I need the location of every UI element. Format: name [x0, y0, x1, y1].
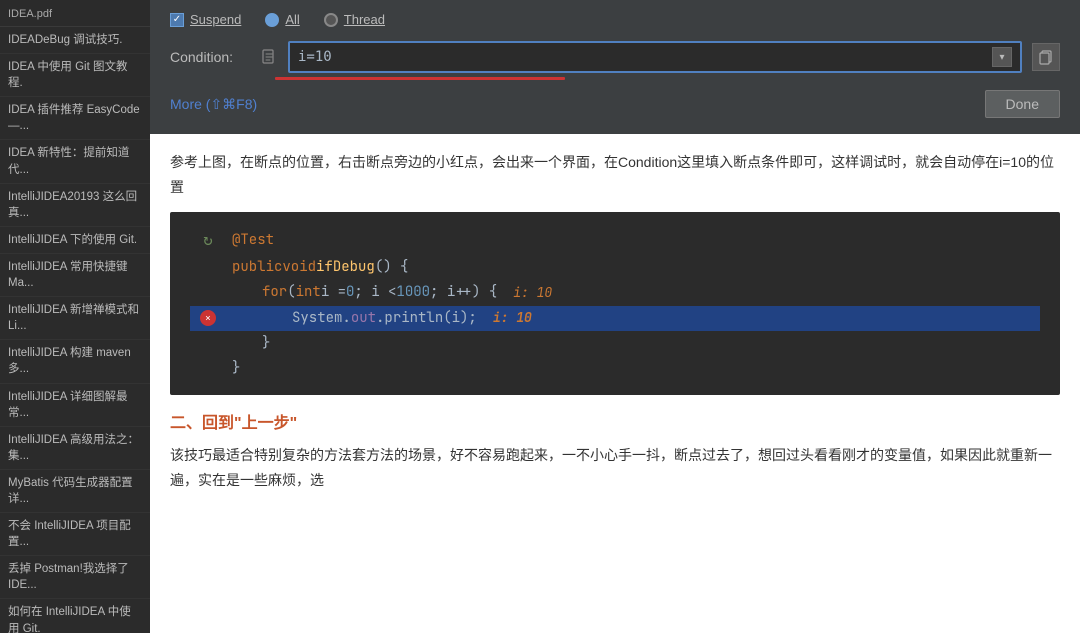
condition-input-wrap[interactable]: ▾: [288, 41, 1022, 73]
condition-dropdown-arrow[interactable]: ▾: [992, 47, 1012, 67]
done-button[interactable]: Done: [985, 90, 1060, 118]
suspend-label: Suspend: [190, 12, 241, 27]
condition-row: Condition: ▾: [170, 41, 1060, 73]
sidebar-item-14[interactable]: 如何在 IntelliJIDEA 中使用 Git.: [0, 599, 150, 633]
sidebar-item-12[interactable]: 不会 IntelliJIDEA 项目配置...: [0, 513, 150, 556]
sidebar-item-1[interactable]: IDEA 中使用 Git 图文教程.: [0, 54, 150, 97]
sidebar: IDEA.pdf IDEADeBug 调试技巧. IDEA 中使用 Git 图文…: [0, 0, 150, 633]
condition-label: Condition:: [170, 49, 250, 65]
all-radio[interactable]: [265, 13, 279, 27]
thread-label: Thread: [344, 12, 385, 27]
all-label: All: [285, 12, 299, 27]
condition-file-icon: [260, 48, 278, 66]
sidebar-item-4[interactable]: IntelliJIDEA20193 这么回真...: [0, 184, 150, 227]
breakpoint-icon: [200, 310, 216, 326]
code-line-close2: }: [190, 356, 1040, 381]
code-block-inner: ↻ @Test public void ifDebug () { for ( i…: [170, 212, 1060, 395]
code-line-println: System. out .println(i); i: 10: [190, 306, 1040, 331]
debug-arrow-icon: ↻: [203, 226, 213, 255]
sidebar-item-3[interactable]: IDEA 新特性：提前知道代...: [0, 140, 150, 183]
annotation-text: @Test: [232, 228, 274, 253]
condition-input[interactable]: [298, 49, 992, 65]
code-line-method: public void ifDebug () {: [190, 255, 1040, 280]
code-block: ↻ @Test public void ifDebug () { for ( i…: [170, 212, 1060, 395]
sidebar-item-8[interactable]: IntelliJIDEA 构建 maven 多...: [0, 340, 150, 383]
gutter-println: [194, 310, 222, 326]
debugger-bottom-row: More (⇧⌘F8) Done: [170, 90, 1060, 118]
article-para-2: 该技巧最适合特别复杂的方法套方法的场景，好不容易跑起来，一不小心手一抖，断点过去…: [170, 443, 1060, 493]
debugger-panel: Suspend All Thread Condition: ▾: [150, 0, 1080, 134]
condition-error-underline: [275, 77, 565, 80]
suspend-checkbox-group[interactable]: Suspend: [170, 12, 241, 27]
for-debug-val: i: 10: [513, 281, 552, 304]
debugger-top-row: Suspend All Thread: [170, 12, 1060, 27]
sidebar-item-7[interactable]: IntelliJIDEA 新增禅模式和 Li...: [0, 297, 150, 340]
sidebar-item-6[interactable]: IntelliJIDEA 常用快捷键 Ma...: [0, 254, 150, 297]
sidebar-item-9[interactable]: IntelliJIDEA 详细图解最常...: [0, 384, 150, 427]
all-radio-group[interactable]: All: [265, 12, 299, 27]
code-line-for: for ( int i = 0 ; i < 1000 ; i++) { i: 1…: [190, 280, 1040, 305]
thread-radio-group[interactable]: Thread: [324, 12, 385, 27]
condition-copy-button[interactable]: [1032, 43, 1060, 71]
sidebar-title: IDEA.pdf: [0, 4, 150, 27]
sidebar-item-13[interactable]: 丢掉 Postman!我选择了 IDE...: [0, 556, 150, 599]
article-body: 参考上图，在断点的位置，右击断点旁边的小红点，会出来一个界面，在Conditio…: [150, 134, 1080, 521]
gutter-annotation: ↻: [194, 226, 222, 255]
sidebar-item-10[interactable]: IntelliJIDEA 高级用法之：集...: [0, 427, 150, 470]
article-para-1: 参考上图，在断点的位置，右击断点旁边的小红点，会出来一个界面，在Conditio…: [170, 150, 1060, 200]
sidebar-item-2[interactable]: IDEA 插件推荐 EasyCode —...: [0, 97, 150, 140]
more-link[interactable]: More (⇧⌘F8): [170, 96, 257, 113]
sidebar-item-5[interactable]: IntelliJIDEA 下的使用 Git.: [0, 227, 150, 254]
sidebar-item-11[interactable]: MyBatis 代码生成器配置详...: [0, 470, 150, 513]
println-debug-val: i: 10: [493, 306, 532, 329]
thread-radio[interactable]: [324, 13, 338, 27]
main-content: Suspend All Thread Condition: ▾: [150, 0, 1080, 633]
suspend-checkbox[interactable]: [170, 13, 184, 27]
code-line-annotation: ↻ @Test: [190, 226, 1040, 255]
code-line-close1: }: [190, 331, 1040, 356]
sidebar-item-0[interactable]: IDEADeBug 调试技巧.: [0, 27, 150, 54]
section-heading: 二、回到"上一步": [170, 409, 1060, 433]
